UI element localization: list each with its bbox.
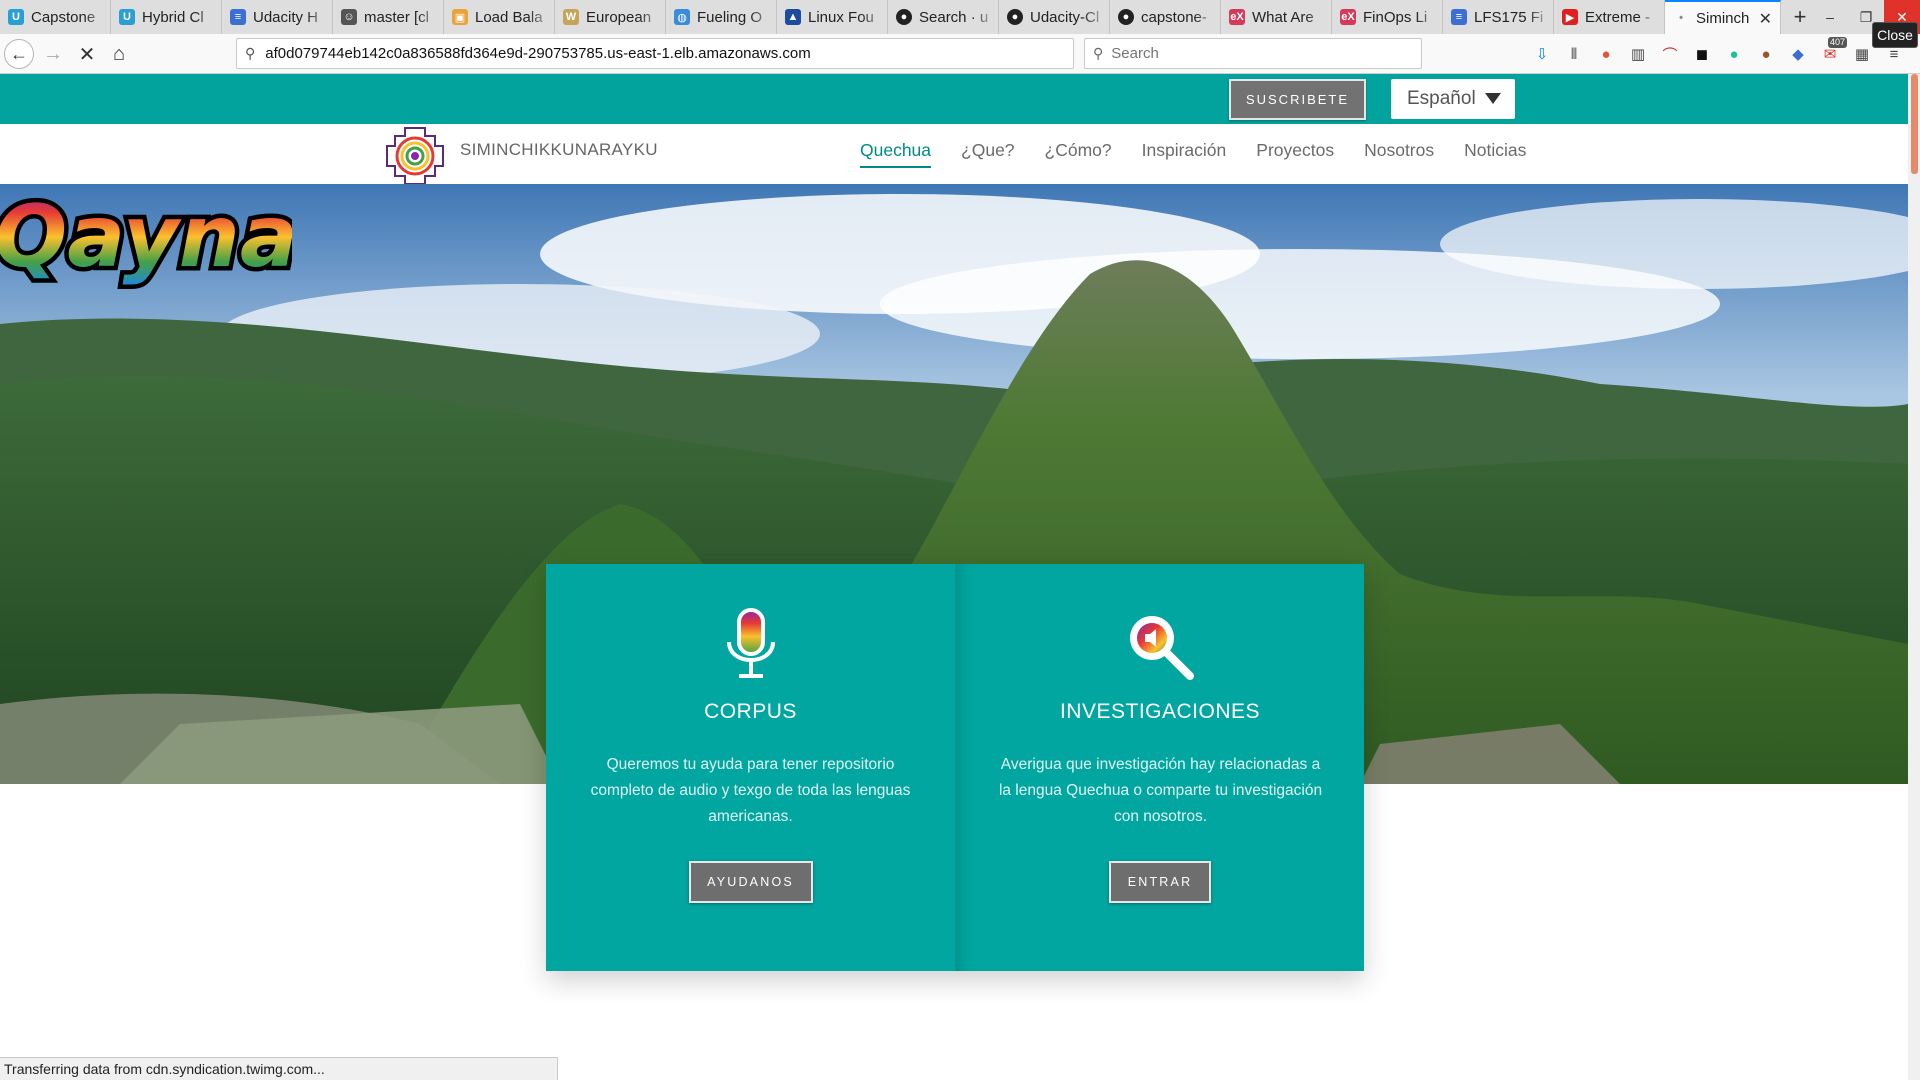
linux-foundation-icon: ▲ bbox=[785, 9, 801, 25]
shield-extension-icon[interactable]: ◆ bbox=[1782, 42, 1814, 66]
sidebar-icon[interactable]: ▥ bbox=[1622, 42, 1654, 66]
tab-european[interactable]: W European bbox=[555, 0, 666, 34]
qayna-logo-text: Qayna bbox=[0, 187, 292, 287]
doc-icon: ≡ bbox=[230, 9, 246, 25]
tab-lfs175[interactable]: ≡ LFS175 Fi bbox=[1443, 0, 1554, 34]
menu-item-nosotros[interactable]: Nosotros bbox=[1364, 140, 1434, 168]
menu-item-proyectos[interactable]: Proyectos bbox=[1256, 140, 1334, 168]
menu-item-inspiracion[interactable]: Inspiración bbox=[1142, 140, 1227, 168]
search-icon: ⚲ bbox=[245, 45, 256, 61]
page-content: SUSCRIBETE Español SIMINCHIKKUNARAYKU Qu… bbox=[0, 74, 1920, 1080]
page-scrollbar[interactable] bbox=[1908, 74, 1920, 1080]
youtube-icon: ▶ bbox=[1562, 9, 1578, 25]
edx-icon: eX bbox=[1229, 9, 1245, 25]
investigaciones-description: Averigua que investigación hay relaciona… bbox=[998, 756, 1323, 825]
tab-what-are[interactable]: eX What Are bbox=[1221, 0, 1332, 34]
loading-icon: • bbox=[1679, 12, 1683, 24]
tab-linux-foundation[interactable]: ▲ Linux Fou bbox=[777, 0, 888, 34]
chakana-logo-icon[interactable] bbox=[385, 126, 445, 186]
home-button[interactable]: ⌂ bbox=[104, 40, 134, 68]
caret-down-icon bbox=[1485, 93, 1501, 104]
investigaciones-card: INVESTIGACIONES Averigua que investigaci… bbox=[955, 564, 1364, 971]
globe-icon: ◍ bbox=[674, 9, 690, 25]
wiki-icon: W bbox=[563, 9, 579, 25]
udacity-icon: U bbox=[8, 9, 24, 25]
mail-count-badge: 407 bbox=[1828, 37, 1848, 48]
language-select[interactable]: Español bbox=[1391, 79, 1515, 119]
octocat-icon: ☺ bbox=[341, 9, 357, 25]
arrow-right-icon: → bbox=[43, 42, 63, 65]
language-value: Español bbox=[1407, 88, 1476, 109]
close-tab-icon[interactable]: ✕ bbox=[1759, 9, 1772, 29]
pocket-icon[interactable]: ⌒ bbox=[1654, 42, 1686, 66]
library-icon[interactable]: ⫴ bbox=[1558, 42, 1590, 66]
brand-name[interactable]: SIMINCHIKKUNARAYKU bbox=[460, 140, 658, 160]
extension-a-icon[interactable]: ◼ bbox=[1686, 42, 1718, 66]
main-menu: Quechua ¿Que? ¿Cómo? Inspiración Proyect… bbox=[860, 140, 1526, 168]
top-bar: SUSCRIBETE Español bbox=[0, 74, 1908, 124]
tab-udacity-h[interactable]: ≡ Udacity H bbox=[222, 0, 333, 34]
edx-icon: eX bbox=[1340, 9, 1356, 25]
search-bar[interactable]: ⚲ bbox=[1084, 38, 1422, 69]
menu-item-que[interactable]: ¿Que? bbox=[961, 140, 1015, 168]
avatar-extension-icon[interactable]: ● bbox=[1750, 42, 1782, 66]
investigaciones-title: INVESTIGACIONES bbox=[1059, 700, 1261, 723]
feature-cards: CORPUS Queremos tu ayuda para tener repo… bbox=[546, 564, 1364, 971]
tab-load-balancer[interactable]: ▣ Load Bala bbox=[444, 0, 555, 34]
udacity-icon: U bbox=[119, 9, 135, 25]
microphone-icon bbox=[726, 608, 775, 678]
aws-icon: ▣ bbox=[452, 9, 468, 25]
stop-icon: ✕ bbox=[78, 43, 96, 66]
status-bar: Transferring data from cdn.syndication.t… bbox=[0, 1057, 558, 1080]
stop-button[interactable]: ✕ bbox=[72, 40, 102, 68]
grammarly-icon[interactable]: ● bbox=[1718, 42, 1750, 66]
tab-capstone-repo[interactable]: ● capstone- bbox=[1110, 0, 1221, 34]
tab-extreme[interactable]: ▶ Extreme - bbox=[1554, 0, 1665, 34]
ayudanos-button[interactable]: AYUDANOS bbox=[688, 861, 813, 903]
corpus-card: CORPUS Queremos tu ayuda para tener repo… bbox=[546, 564, 955, 971]
corpus-description: Queremos tu ayuda para tener repositorio… bbox=[590, 756, 911, 825]
tab-master[interactable]: ☺ master [cl bbox=[333, 0, 444, 34]
subscribe-button[interactable]: SUSCRIBETE bbox=[1229, 79, 1366, 120]
github-icon: ● bbox=[896, 9, 912, 25]
minimize-button[interactable]: – bbox=[1812, 0, 1848, 34]
tab-capstone[interactable]: U Capstone bbox=[0, 0, 111, 34]
tab-siminchikkunarayku[interactable]: • Siminch ✕ bbox=[1665, 0, 1781, 34]
corpus-title: CORPUS bbox=[704, 700, 797, 723]
search-audio-icon bbox=[1130, 616, 1194, 680]
back-button[interactable]: ← bbox=[4, 39, 34, 69]
downloads-icon[interactable]: ⇩ bbox=[1526, 42, 1558, 66]
tab-search-github[interactable]: ● Search · u bbox=[888, 0, 999, 34]
duckduckgo-icon[interactable]: ● bbox=[1590, 42, 1622, 66]
url-input[interactable] bbox=[265, 45, 1046, 62]
tab-hybrid-cloud[interactable]: U Hybrid Cl bbox=[111, 0, 222, 34]
gmail-icon[interactable]: ✉ 407 bbox=[1814, 37, 1848, 66]
doc-icon: ≡ bbox=[1451, 9, 1467, 25]
tab-strip: U Capstone U Hybrid Cl ≡ Udacity H ☺ master … bbox=[0, 0, 1920, 34]
arrow-left-icon: ← bbox=[10, 43, 28, 64]
toolbar-extensions: ⇩ ⫴ ● ▥ ⌒ ◼ ● ● ◆ ✉ 407 ▦ ≡ bbox=[1526, 37, 1910, 66]
scrollbar-thumb[interactable] bbox=[1911, 74, 1918, 174]
site-header: SIMINCHIKKUNARAYKU Quechua ¿Que? ¿Cómo? … bbox=[0, 124, 1908, 186]
close-tooltip: Close bbox=[1872, 22, 1918, 48]
tab-fueling[interactable]: ◍ Fueling O bbox=[666, 0, 777, 34]
qayna-logo-icon: Qayna bbox=[0, 184, 292, 292]
forward-button[interactable]: → bbox=[38, 40, 68, 68]
menu-item-como[interactable]: ¿Cómo? bbox=[1045, 140, 1112, 168]
search-input[interactable] bbox=[1111, 45, 1412, 62]
home-icon: ⌂ bbox=[112, 42, 126, 65]
tab-finops[interactable]: eX FinOps Li bbox=[1332, 0, 1443, 34]
address-bar[interactable]: ⚲ bbox=[236, 38, 1074, 69]
github-icon: ● bbox=[1007, 9, 1023, 25]
entrar-button[interactable]: ENTRAR bbox=[1109, 861, 1211, 903]
navigation-toolbar: ← → ✕ ⌂ ⚲ ⚲ ⇩ ⫴ ● ▥ ⌒ ◼ ● ● ◆ ✉407 ▦ ≡ bbox=[0, 34, 1920, 74]
tab-udacity-cl[interactable]: ● Udacity-Cl bbox=[999, 0, 1110, 34]
menu-item-noticias[interactable]: Noticias bbox=[1464, 140, 1526, 168]
menu-item-quechua[interactable]: Quechua bbox=[860, 140, 932, 168]
search-icon: ⚲ bbox=[1093, 45, 1104, 61]
github-icon: ● bbox=[1118, 9, 1134, 25]
